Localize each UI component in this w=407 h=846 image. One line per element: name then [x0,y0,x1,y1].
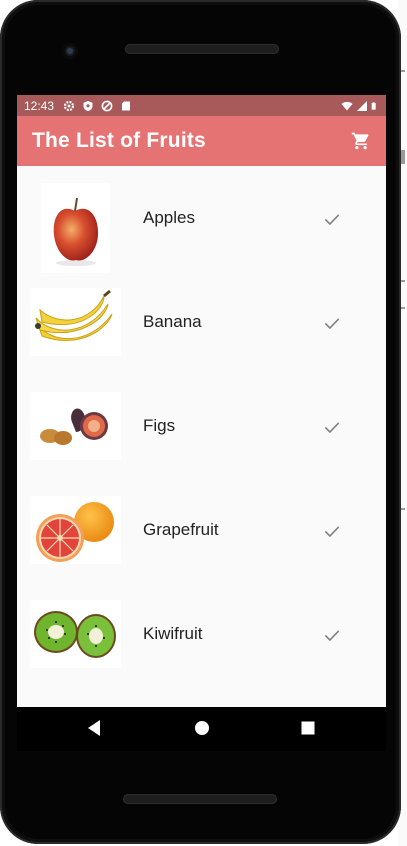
signal-icon [357,100,367,111]
data-saver-icon [101,100,113,111]
check-icon [324,318,340,330]
navigation-bar [17,707,386,751]
list-item[interactable]: Grapefruit [17,478,386,582]
app-bar: The List of Fruits [17,116,386,166]
back-icon[interactable] [86,719,102,737]
earpiece-speaker [125,44,279,54]
fruit-name: Apples [143,208,195,227]
check-icon [324,214,340,226]
fruit-name: Figs [143,416,176,435]
battery-icon [371,101,376,110]
list-item[interactable]: Kiwifruit [17,582,386,686]
cart-icon [351,132,369,150]
check-icon [324,422,340,434]
fruit-name: Grapefruit [143,520,219,539]
phone-frame: 12:43 The List of Fruits Apples Banana F… [0,0,401,844]
list-item[interactable]: Apples [17,166,386,273]
grapefruit-image [30,496,121,564]
check-icon [324,526,340,538]
banana-image [30,288,121,356]
wifi-icon [341,101,353,110]
list-item[interactable]: Banana [17,270,386,374]
apple-image [41,183,110,273]
status-bar: 12:43 [17,95,386,116]
figs-image [30,392,121,460]
check-icon [324,630,340,642]
list-item[interactable]: Figs [17,374,386,478]
status-time: 12:43 [24,98,55,113]
page-title: The List of Fruits [32,129,206,152]
front-camera [62,43,78,59]
fruit-name: Banana [143,312,202,331]
bottom-speaker [123,794,277,804]
settings-icon [63,100,75,111]
sd-card-icon [122,101,131,110]
shield-icon [83,100,93,111]
recents-icon[interactable] [300,719,316,737]
kiwifruit-image [30,600,121,668]
home-icon[interactable] [193,719,211,737]
cart-button[interactable] [350,130,372,152]
app-screen: 12:43 The List of Fruits Apples Banana F… [17,95,386,707]
fruit-list: Apples Banana Figs Grapefruit Kiwifruit [17,166,386,686]
fruit-name: Kiwifruit [143,624,203,643]
